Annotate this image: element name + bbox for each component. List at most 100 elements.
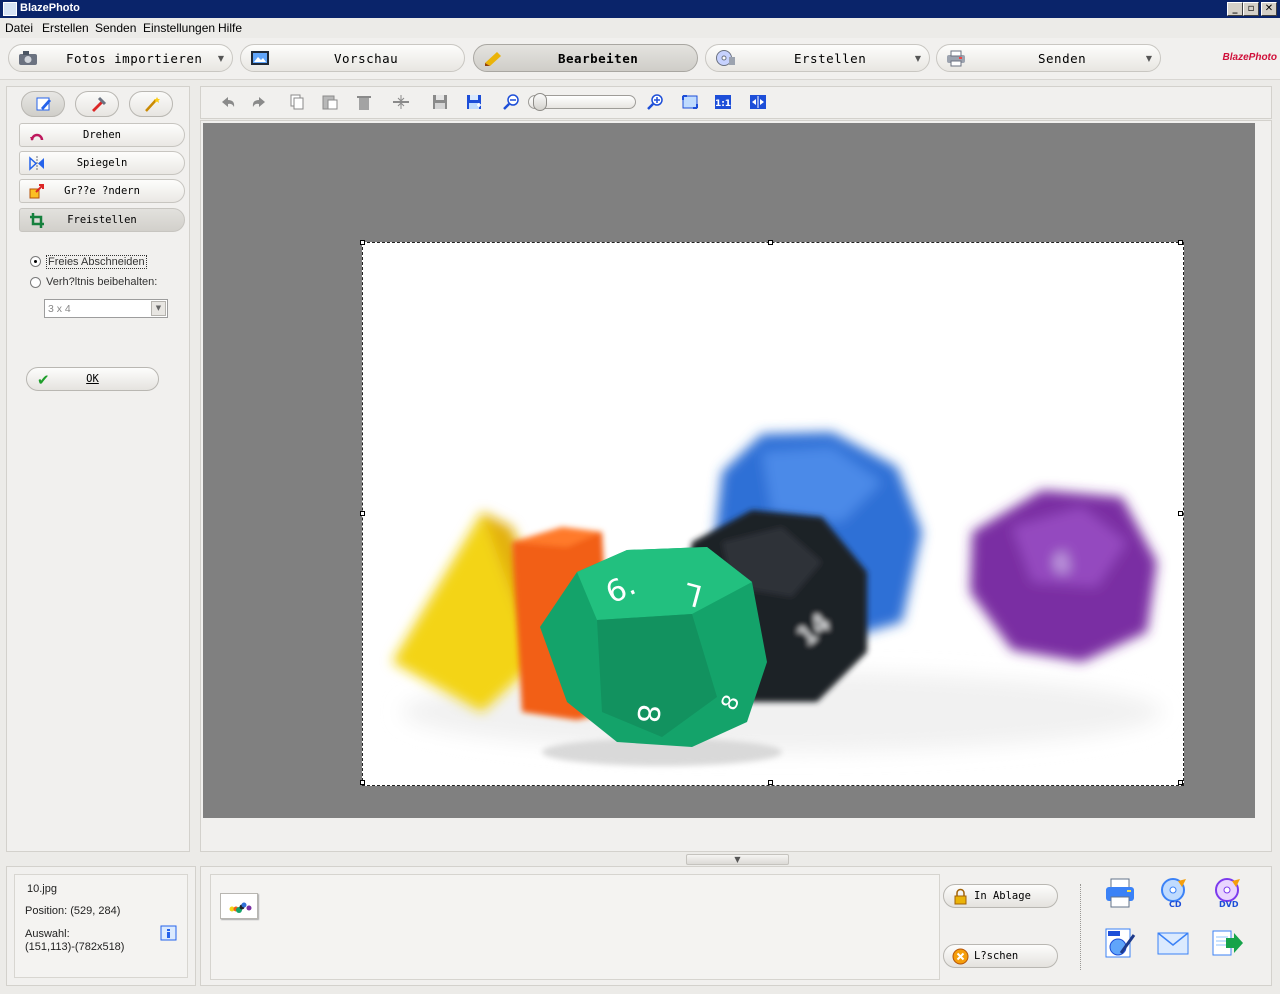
brush-edit-icon [485,52,501,66]
crop-handle-top[interactable] [768,240,773,245]
chevron-down-icon[interactable]: ▼ [1146,54,1152,63]
camera-icon [19,51,37,65]
burn-dvd-icon[interactable]: DVD [1210,877,1244,909]
nav-preview-button[interactable]: Vorschau [240,44,465,72]
zoom-in-icon[interactable] [647,94,665,110]
file-name: 10.jpg [27,883,57,895]
close-button[interactable]: ✕ [1261,2,1277,16]
thumbnail-image [221,894,257,918]
chevron-down-icon[interactable]: ▼ [915,54,921,63]
svg-text:DVD: DVD [1219,900,1239,909]
save-as-icon[interactable] [465,94,483,110]
ok-label: OK [86,373,99,385]
crop-handle-top-right[interactable] [1178,240,1183,245]
tab-tools[interactable] [75,91,119,117]
export-icon[interactable] [1210,927,1244,959]
ratio-select[interactable]: 3 x 4 ▼ [44,299,168,318]
brand-logo: BlazePhoto [1222,52,1277,63]
paste-icon[interactable] [321,94,339,110]
chevron-down-icon[interactable]: ▼ [218,54,224,63]
resize-button[interactable]: Gr??e ?ndern [19,179,185,203]
preview-icon [251,51,269,65]
tools-icon [92,96,107,112]
redo-icon[interactable] [250,94,268,110]
tab-effects[interactable] [129,91,173,117]
ok-button[interactable]: ✔ OK [26,367,159,391]
restore-button[interactable]: ▫ [1243,2,1259,16]
crop-handle-bottom[interactable] [768,780,773,785]
menu-einstellungen[interactable]: Einstellungen [143,21,215,35]
app-icon [3,2,17,16]
free-crop-label[interactable]: Freies Abschneiden [46,255,147,269]
info-icon[interactable] [160,925,177,941]
delete-button[interactable]: L?schen [943,944,1058,968]
email-icon[interactable] [1156,927,1190,959]
nav-send-button[interactable]: Senden ▼ [936,44,1161,72]
mirror-button[interactable]: Spiegeln [19,151,185,175]
svg-text:CD: CD [1169,900,1182,909]
delete-icon[interactable] [355,94,373,110]
printer-icon [947,50,965,67]
photo-tray[interactable] [210,874,940,980]
zoom-slider-thumb[interactable] [532,93,547,111]
magic-wand-icon [145,97,160,112]
crop-button[interactable]: Freistellen [19,208,185,232]
keep-ratio-radio[interactable] [30,277,41,288]
tray-thumbnail[interactable] [220,893,258,919]
nav-import-button[interactable]: Fotos importieren ▼ [8,44,233,72]
delete-x-icon [952,948,969,965]
cursor-position: Position: (529, 284) [25,905,121,917]
menu-erstellen[interactable]: Erstellen [42,21,89,35]
html-export-icon[interactable] [1103,927,1137,959]
menu-bar: Datei Erstellen Senden Einstellungen Hil… [0,18,1280,38]
nav-send-label: Senden [1038,51,1087,66]
add-to-tray-label: In Ablage [974,890,1031,902]
crop-handle-bottom-left[interactable] [360,780,365,785]
nav-edit-label: Bearbeiten [558,51,639,66]
selection-label: Auswahl: [25,928,70,940]
nav-import-label: Fotos importieren [66,51,203,66]
delete-label: L?schen [974,950,1019,962]
lock-icon [954,888,967,905]
rotate-button[interactable]: Drehen [19,123,185,147]
crop-handle-bottom-right[interactable] [1178,780,1183,785]
crop-handle-top-left[interactable] [360,240,365,245]
fit-width-icon[interactable] [749,94,767,110]
menu-senden[interactable]: Senden [95,21,136,35]
menu-hilfe[interactable]: Hilfe [218,21,242,35]
disc-create-icon [716,50,735,66]
edit-tools-panel: Drehen Spiegeln Gr??e ?ndern Freistellen [6,86,190,852]
crop-selection[interactable] [362,242,1184,786]
nav-preview-label: Vorschau [334,51,399,66]
save-icon[interactable] [431,94,449,110]
crop-handle-left[interactable] [360,511,365,516]
menu-datei[interactable]: Datei [5,21,33,35]
actual-size-icon[interactable]: 1:1 [714,94,732,110]
nav-create-label: Erstellen [794,51,867,66]
selection-value: (151,113)-(782x518) [25,941,125,953]
print-icon[interactable] [1103,877,1137,909]
copy-icon[interactable] [288,94,306,110]
nav-create-button[interactable]: Erstellen ▼ [705,44,930,72]
keep-ratio-label[interactable]: Verh?ltnis beibehalten: [46,276,157,288]
nav-edit-button[interactable]: Bearbeiten [473,44,698,72]
add-to-tray-button[interactable]: In Ablage [943,884,1058,908]
pencil-icon [36,97,51,111]
free-crop-radio[interactable] [30,256,41,267]
panel-collapse-handle[interactable]: ▼ [686,854,789,865]
zoom-out-icon[interactable] [503,94,521,110]
fit-window-icon[interactable] [681,94,699,110]
tab-basic-edit[interactable] [21,91,65,117]
resize-label: Gr??e ?ndern [64,185,140,197]
chevron-down-icon[interactable]: ▼ [151,301,166,316]
crop-handle-right[interactable] [1178,511,1183,516]
rotate-label: Drehen [83,129,121,141]
window-title: BlazePhoto [20,2,80,14]
minimize-button[interactable]: _ [1227,2,1243,16]
title-bar: BlazePhoto _ ▫ ✕ [0,0,1280,18]
burn-cd-icon[interactable]: CD [1156,877,1190,909]
crop-label: Freistellen [67,214,137,226]
undo-icon[interactable] [219,94,237,110]
align-center-icon[interactable] [392,94,410,110]
separator [1080,884,1081,970]
